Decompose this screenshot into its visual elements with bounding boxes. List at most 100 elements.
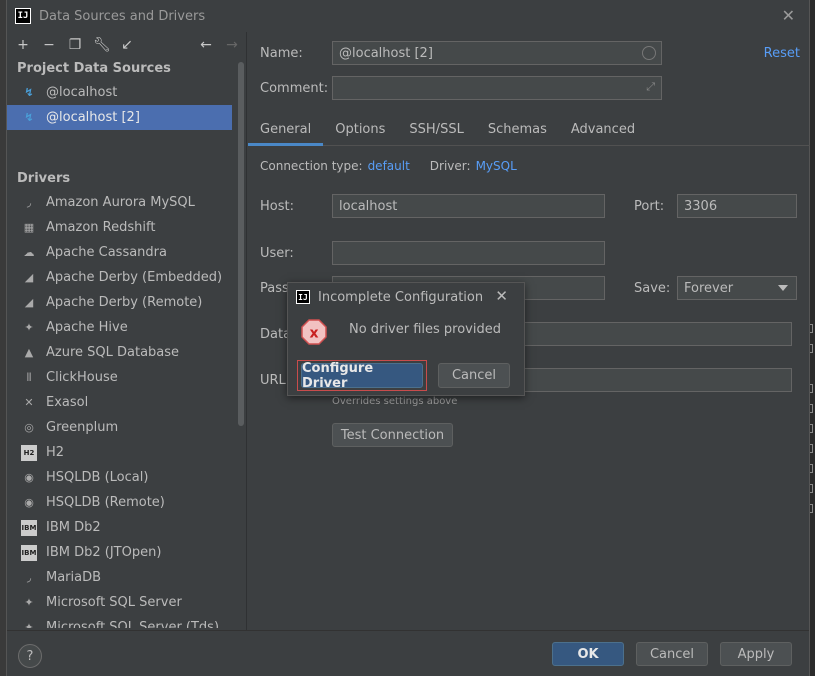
reset-link[interactable]: Reset: [764, 46, 800, 61]
host-row: Host: localhost: [260, 194, 605, 218]
plus-icon[interactable]: +: [15, 37, 31, 53]
user-row: User:: [260, 241, 605, 265]
driver-item[interactable]: IBM IBM Db2: [7, 515, 233, 540]
driver-item[interactable]: H2 H2: [7, 440, 233, 465]
driver-item[interactable]: ⦀ ClickHouse: [7, 365, 233, 390]
import-icon[interactable]: ↙: [119, 37, 135, 53]
popup-title-bar: IJ Incomplete Configuration: [288, 283, 524, 311]
driver-icon: ◉: [24, 471, 34, 484]
port-row: Port: 3306: [634, 194, 797, 218]
host-input[interactable]: localhost: [332, 194, 605, 218]
driver-icon: ☁: [23, 246, 35, 259]
wrench-icon[interactable]: 🔧︎: [93, 37, 111, 53]
close-icon[interactable]: ✕: [782, 6, 795, 25]
copy-icon[interactable]: ❐: [67, 37, 83, 53]
comment-input[interactable]: ⤢: [332, 76, 662, 100]
driver-items: ◞ Amazon Aurora MySQL ▦ Amazon Redshift ☁ Apa…: [7, 190, 233, 628]
driver-link[interactable]: MySQL: [476, 159, 517, 173]
driver-icon: ◢: [24, 271, 34, 284]
tab-ssh-ssl[interactable]: SSH/SSL: [397, 114, 475, 146]
connection-type-link[interactable]: default: [368, 159, 410, 173]
name-input[interactable]: @localhost [2]: [332, 41, 662, 65]
name-row: Name: @localhost [2]: [260, 41, 662, 65]
driver-icon: ✦: [24, 621, 34, 628]
data-source-item[interactable]: ↯ @localhost: [7, 80, 246, 105]
driver-item[interactable]: IBM IBM Db2 (JTOpen): [7, 540, 233, 565]
driver-item[interactable]: ✕ Exasol: [7, 390, 233, 415]
test-connection-button[interactable]: Test Connection: [332, 423, 453, 447]
driver-icon: ✦: [24, 596, 34, 609]
driver-item[interactable]: ◉ HSQLDB (Remote): [7, 490, 233, 515]
save-row: Save: Forever: [634, 276, 797, 300]
save-value: Forever: [684, 280, 734, 296]
drivers-title: Drivers: [17, 171, 71, 186]
overrides-note-row: Overrides settings above: [332, 396, 457, 407]
toolbar: + − ❐ 🔧︎ ↙ ← →: [7, 32, 246, 58]
port-label: Port:: [634, 198, 665, 214]
mysql-icon: ↯: [24, 111, 34, 124]
user-input[interactable]: [332, 241, 605, 265]
project-data-sources-title: Project Data Sources: [17, 61, 171, 76]
driver-label: MariaDB: [46, 570, 102, 585]
tab-options[interactable]: Options: [323, 114, 397, 146]
title-bar: IJ Data Sources and Drivers ✕: [7, 0, 809, 32]
driver-item[interactable]: ◢ Apache Derby (Embedded): [7, 265, 233, 290]
driver-label: Greenplum: [46, 420, 119, 435]
driver-icon: ◞: [26, 196, 32, 209]
cancel-button[interactable]: Cancel: [636, 642, 708, 666]
driver-item[interactable]: ✦ Apache Hive: [7, 315, 233, 340]
driver-label: IBM Db2 (JTOpen): [46, 545, 162, 560]
driver-label: Apache Hive: [46, 320, 128, 335]
driver-icon: IBM: [21, 544, 37, 561]
tab-general[interactable]: General: [248, 114, 324, 146]
svg-text:x: x: [309, 326, 318, 342]
port-input[interactable]: 3306: [677, 194, 797, 218]
save-dropdown[interactable]: Forever: [677, 276, 797, 300]
configure-driver-button[interactable]: Configure Driver: [301, 361, 423, 391]
drivers-list: Drivers ◞ Amazon Aurora MySQL ▦ Amazon Reds…: [7, 168, 233, 628]
driver-label: Microsoft SQL Server: [46, 595, 182, 610]
driver-item[interactable]: ◢ Apache Derby (Remote): [7, 290, 233, 315]
forward-arrow-icon[interactable]: →: [224, 37, 240, 53]
popup-cancel-button[interactable]: Cancel: [438, 363, 510, 388]
driver-item[interactable]: ✦ Microsoft SQL Server: [7, 590, 233, 615]
driver-label: ClickHouse: [46, 370, 118, 385]
name-label: Name:: [260, 45, 303, 61]
incomplete-configuration-popup: IJ Incomplete Configuration ✕ x No drive…: [287, 282, 525, 396]
error-icon: x: [301, 319, 327, 345]
driver-item[interactable]: ◉ HSQLDB (Local): [7, 465, 233, 490]
apply-button[interactable]: Apply: [720, 642, 792, 666]
driver-item[interactable]: ☁ Apache Cassandra: [7, 240, 233, 265]
tab-advanced[interactable]: Advanced: [559, 114, 647, 146]
data-source-item-selected[interactable]: ↯ @localhost [2]: [7, 105, 232, 130]
app-icon: IJ: [296, 290, 310, 304]
driver-label: Azure SQL Database: [46, 345, 180, 360]
driver-icon: IBM: [21, 519, 37, 536]
driver-label: Exasol: [46, 395, 89, 410]
left-scrollbar[interactable]: [238, 62, 244, 426]
driver-item[interactable]: ◎ Greenplum: [7, 415, 233, 440]
driver-item[interactable]: ◞ MariaDB: [7, 565, 233, 590]
footer: OK Cancel Apply: [7, 630, 809, 676]
help-button[interactable]: ?: [18, 644, 42, 668]
driver-icon: ✕: [24, 396, 34, 409]
driver-item[interactable]: ▦ Amazon Redshift: [7, 215, 233, 240]
port-value: 3306: [684, 198, 718, 214]
driver-label: Driver:: [429, 159, 471, 173]
driver-label: Apache Derby (Embedded): [46, 270, 223, 285]
expand-icon[interactable]: ⤢: [646, 80, 655, 94]
driver-item[interactable]: ✦ Microsoft SQL Server (Tds): [7, 615, 233, 628]
back-arrow-icon[interactable]: ←: [198, 37, 214, 53]
driver-label: H2: [46, 445, 65, 460]
minus-icon[interactable]: −: [41, 37, 57, 53]
ok-button[interactable]: OK: [552, 642, 624, 666]
driver-label: HSQLDB (Remote): [46, 495, 165, 510]
driver-item[interactable]: ▲ Azure SQL Database: [7, 340, 233, 365]
tab-schemas[interactable]: Schemas: [476, 114, 559, 146]
host-label: Host:: [260, 198, 294, 214]
close-icon[interactable]: ✕: [495, 287, 508, 305]
driver-label: Apache Cassandra: [46, 245, 167, 260]
driver-item[interactable]: ◞ Amazon Aurora MySQL: [7, 190, 233, 215]
driver-label: Amazon Redshift: [46, 220, 156, 235]
data-source-label: @localhost [2]: [46, 110, 140, 125]
